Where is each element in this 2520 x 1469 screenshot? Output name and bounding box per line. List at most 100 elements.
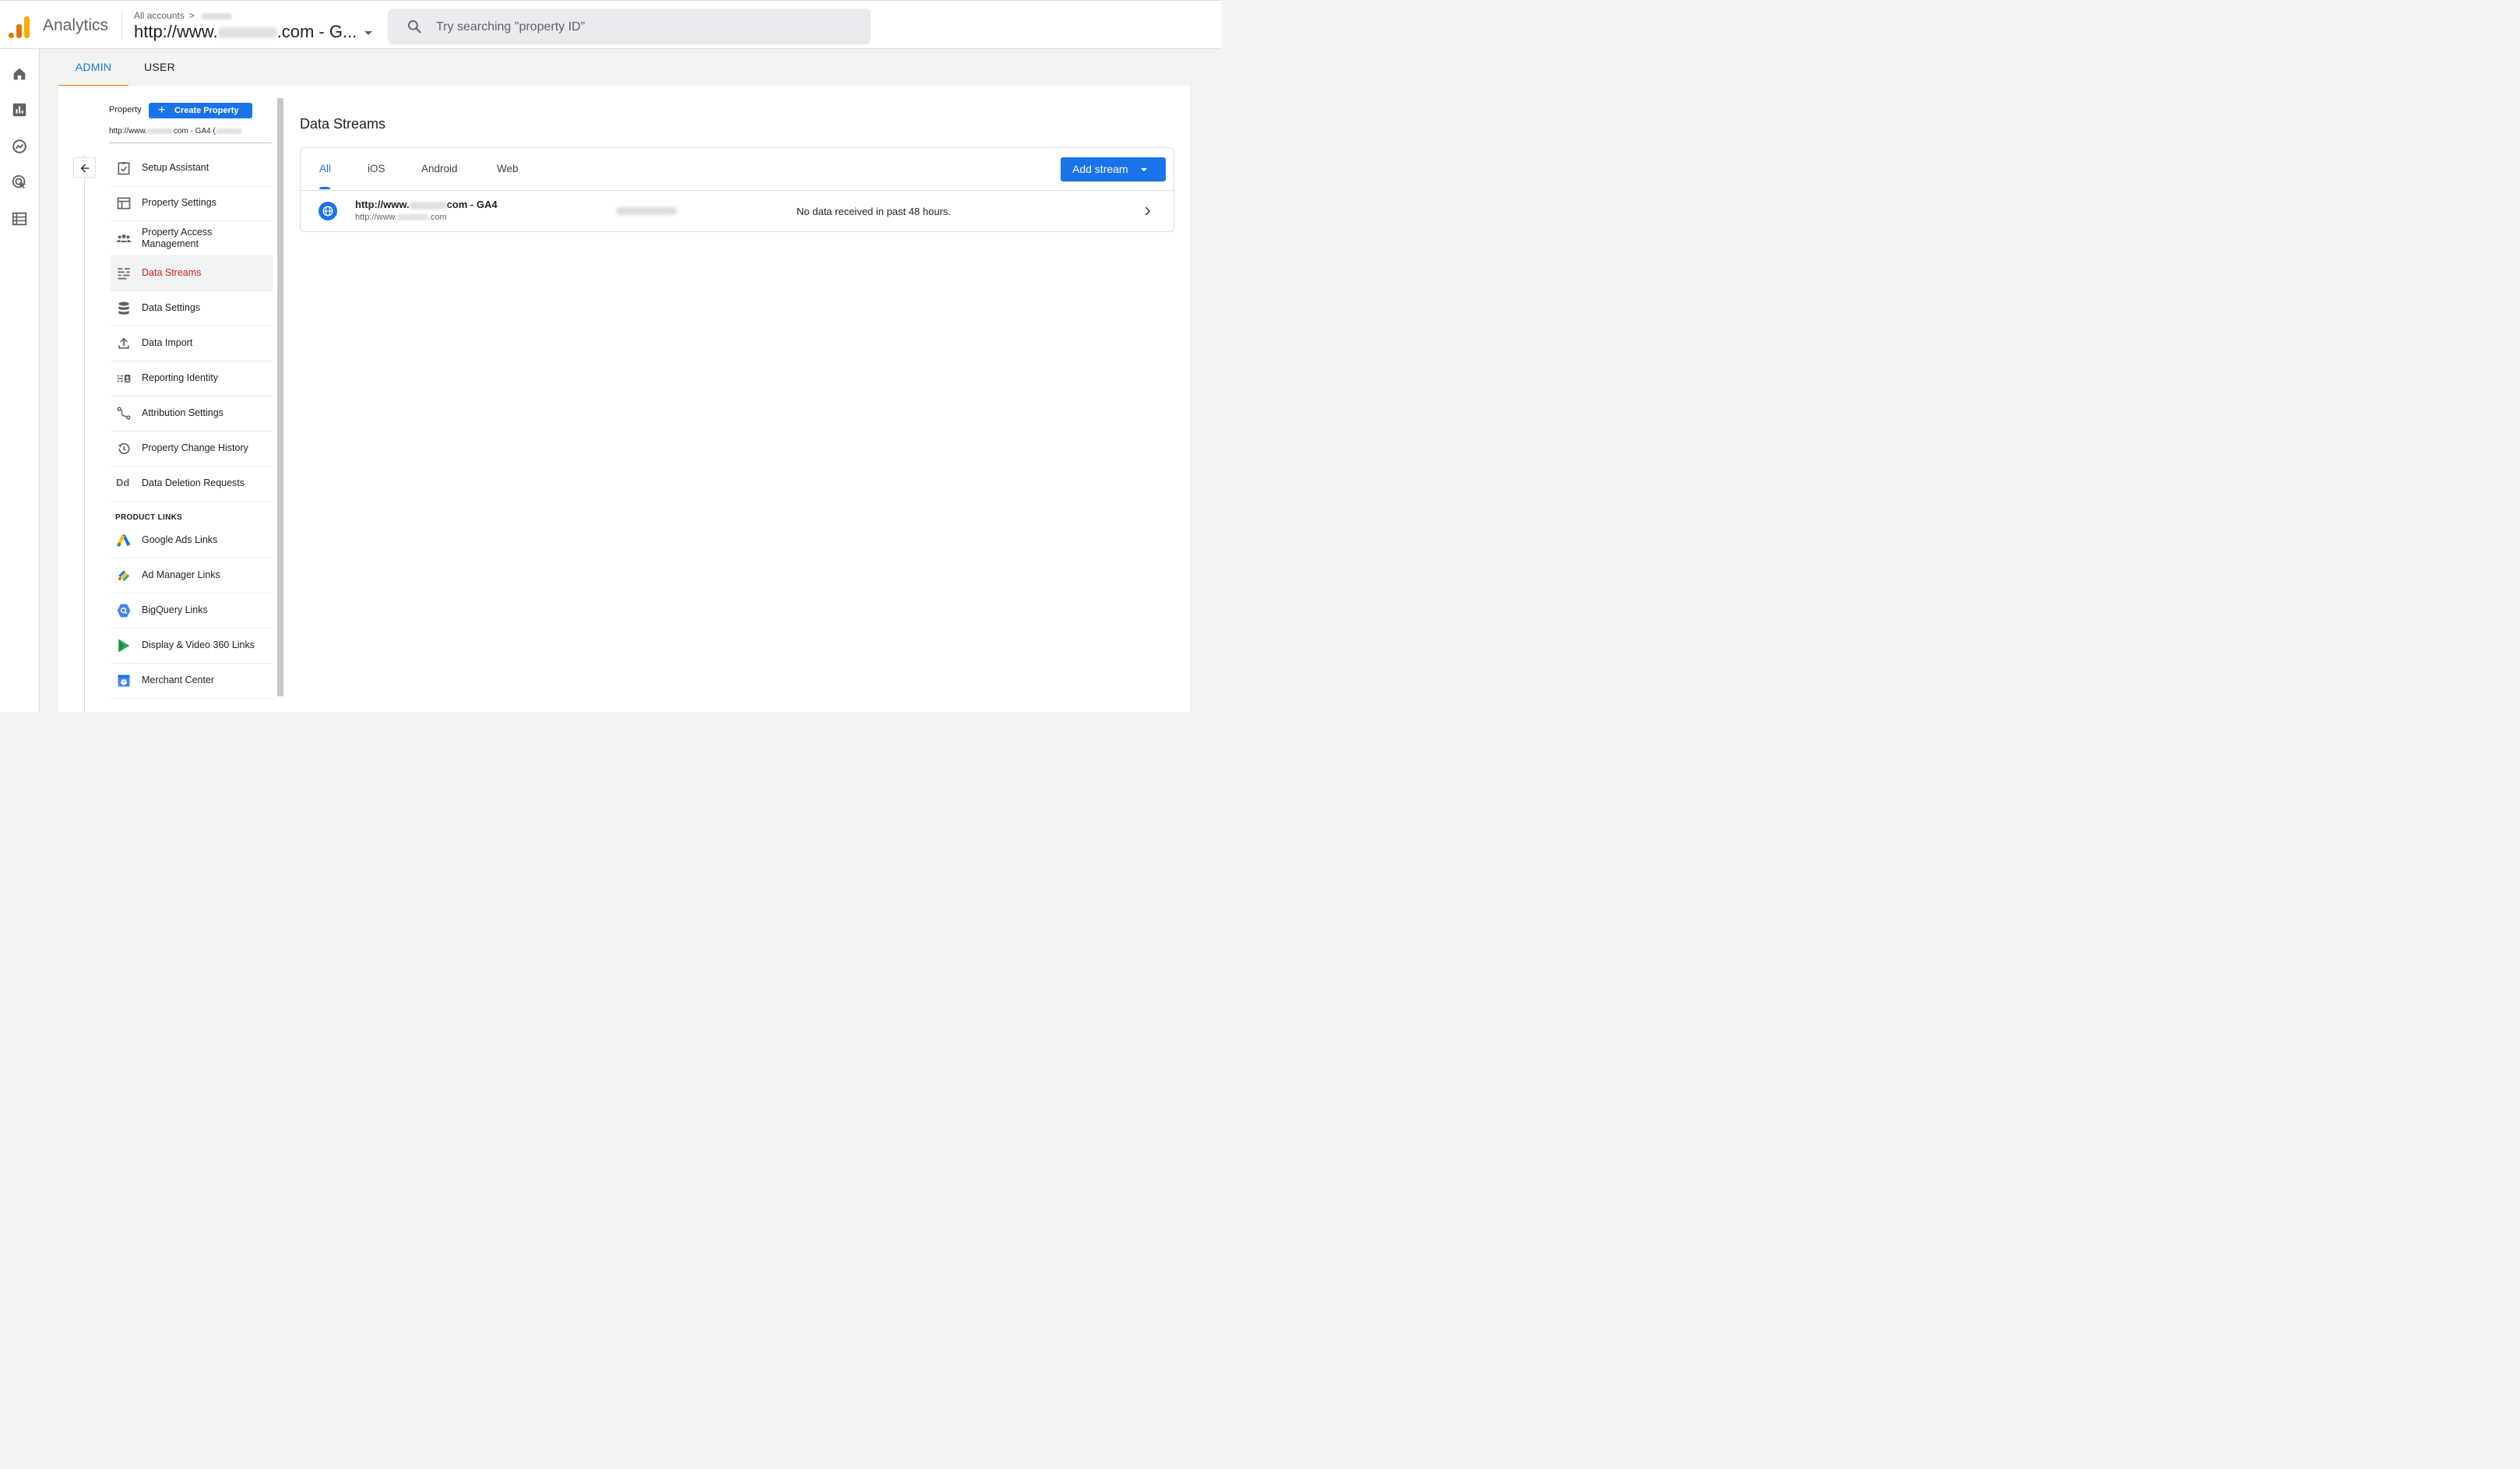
stream-url: http://www. .com	[355, 213, 447, 222]
logo-dot	[9, 33, 14, 38]
arrow-left-icon	[80, 164, 90, 173]
nav-item-label: Property Change History	[142, 442, 248, 453]
nav-item-reporting-identity[interactable]: Reporting Identity	[111, 361, 273, 396]
stream-name-prefix: http://www.	[355, 199, 410, 210]
property-settings-icon	[117, 197, 131, 210]
web-globe-icon	[319, 202, 337, 220]
nav-item-data-settings[interactable]: Data Settings	[111, 291, 273, 326]
advertising-icon[interactable]	[11, 174, 28, 191]
redacted-account-name	[200, 12, 232, 19]
breadcrumb-root[interactable]: All accounts	[134, 10, 185, 21]
bigquery-icon	[117, 604, 131, 618]
property-dropdown-prefix: http://www.	[109, 127, 147, 136]
nav-item-display-video-360-links[interactable]: Display & Video 360 Links	[111, 629, 273, 664]
analytics-logo[interactable]	[9, 15, 30, 38]
chevron-right-icon[interactable]	[1142, 205, 1154, 217]
nav-item-bigquery-links[interactable]: BigQuery Links	[111, 594, 273, 629]
nav-item-attribution-settings[interactable]: Attribution Settings	[111, 396, 273, 432]
stream-platform-tabs: All iOS Android Web Add stream	[301, 148, 1174, 191]
section-label: PRODUCT LINKS	[115, 513, 183, 522]
property-selector[interactable]: http://www. .com - G...	[134, 22, 373, 42]
product-links-heading: PRODUCT LINKS	[111, 502, 273, 523]
upload-icon	[118, 337, 129, 349]
stream-status: No data received in past 48 hours.	[797, 206, 952, 217]
property-column: Property + Create Property http://www. co…	[58, 86, 284, 712]
tab-all[interactable]: All	[319, 163, 331, 174]
tab-user[interactable]: USER	[136, 49, 183, 85]
nav-item-label: Attribution Settings	[142, 407, 223, 418]
tab-admin[interactable]: ADMIN	[58, 49, 128, 86]
tab-android[interactable]: Android	[421, 163, 458, 174]
globe-glyph	[322, 206, 333, 217]
redacted-domain	[146, 128, 174, 134]
admin-panel: Property + Create Property http://www. co…	[58, 86, 1190, 712]
search-bar[interactable]	[388, 9, 871, 46]
stream-name-suffix: com - GA4	[446, 199, 498, 210]
nav-item-data-streams[interactable]: Data Streams	[111, 256, 273, 291]
dropdown-arrow-icon	[1141, 168, 1147, 171]
nav-item-label: Data Import	[142, 337, 193, 348]
reports-icon[interactable]	[11, 101, 28, 118]
display-video-360-icon	[118, 639, 130, 653]
nav-item-property-settings[interactable]: Property Settings	[111, 186, 273, 221]
attribution-icon	[117, 407, 131, 420]
people-icon	[116, 234, 132, 242]
breadcrumb-separator: >	[188, 10, 195, 21]
search-input[interactable]	[435, 9, 858, 46]
configure-icon[interactable]	[11, 210, 28, 227]
nav-item-setup-assistant[interactable]: Setup Assistant	[111, 151, 273, 186]
logo-bar-mid	[16, 24, 22, 38]
nav-item-label: Property Settings	[142, 197, 216, 208]
data-streams-icon	[118, 268, 130, 280]
redacted-property-id	[215, 128, 242, 134]
left-nav-rail	[0, 49, 40, 712]
logo-bar-tall	[24, 16, 30, 38]
property-dropdown-suffix: com - GA4 (	[173, 127, 216, 136]
explore-icon[interactable]	[11, 138, 28, 155]
admin-tabs: ADMIN USER	[58, 49, 292, 86]
property-selector-suffix: .com - G...	[276, 22, 357, 41]
data-deletion-icon: Dd	[116, 477, 130, 488]
add-stream-button[interactable]: Add stream	[1061, 157, 1166, 181]
nav-item-label: Data Streams	[142, 267, 202, 278]
tab-ios[interactable]: iOS	[368, 163, 385, 174]
column-divider	[84, 154, 85, 712]
create-property-button[interactable]: + Create Property	[149, 103, 252, 118]
back-button[interactable]	[73, 157, 96, 178]
home-icon[interactable]	[11, 65, 28, 83]
dropdown-caret-icon[interactable]	[364, 30, 373, 35]
nav-item-label: Google Ads Links	[142, 534, 218, 545]
nav-item-label: Setup Assistant	[142, 162, 209, 173]
stream-name: http://www. com - GA4	[355, 199, 498, 210]
redacted-domain	[217, 27, 277, 39]
nav-item-ad-manager-links[interactable]: Ad Manager Links	[111, 558, 273, 594]
nav-item-data-deletion-requests[interactable]: Dd Data Deletion Requests	[111, 467, 273, 502]
nav-item-property-access-management[interactable]: Property Access Management	[111, 221, 273, 256]
top-app-bar: Analytics All accounts > http://www. .com …	[0, 0, 1221, 49]
nav-item-data-import[interactable]: Data Import	[111, 326, 273, 361]
nav-item-merchant-center[interactable]: Merchant Center	[111, 664, 273, 699]
history-icon	[118, 442, 130, 455]
nav-item-label: Data Deletion Requests	[142, 477, 245, 488]
ad-manager-icon	[118, 570, 130, 582]
tab-web[interactable]: Web	[497, 163, 519, 174]
nav-item-google-ads-links[interactable]: Google Ads Links	[111, 523, 273, 558]
stream-url-prefix: http://www.	[355, 213, 397, 222]
redacted-domain	[396, 214, 428, 221]
redacted-domain	[409, 201, 447, 210]
redacted-stream-id	[616, 207, 677, 215]
nav-item-label: Property Access Management	[142, 227, 213, 249]
nav-item-property-change-history[interactable]: Property Change History	[111, 432, 273, 467]
active-tab-indicator	[319, 187, 330, 189]
vertical-scrollbar[interactable]	[277, 98, 283, 696]
create-property-label: Create Property	[174, 106, 239, 115]
property-nav-list: Setup Assistant Property Settings Proper…	[111, 151, 273, 699]
stream-row[interactable]: http://www. com - GA4 http://www. .com No …	[301, 190, 1174, 232]
nav-item-label: Merchant Center	[142, 675, 215, 685]
property-dropdown[interactable]: http://www. com - GA4 (	[109, 127, 272, 143]
breadcrumb[interactable]: All accounts >	[134, 10, 232, 21]
header-divider	[121, 12, 122, 40]
nav-item-label: Ad Manager Links	[142, 569, 220, 580]
search-icon	[408, 20, 421, 33]
data-streams-card: All iOS Android Web Add stream http://ww…	[300, 147, 1174, 232]
